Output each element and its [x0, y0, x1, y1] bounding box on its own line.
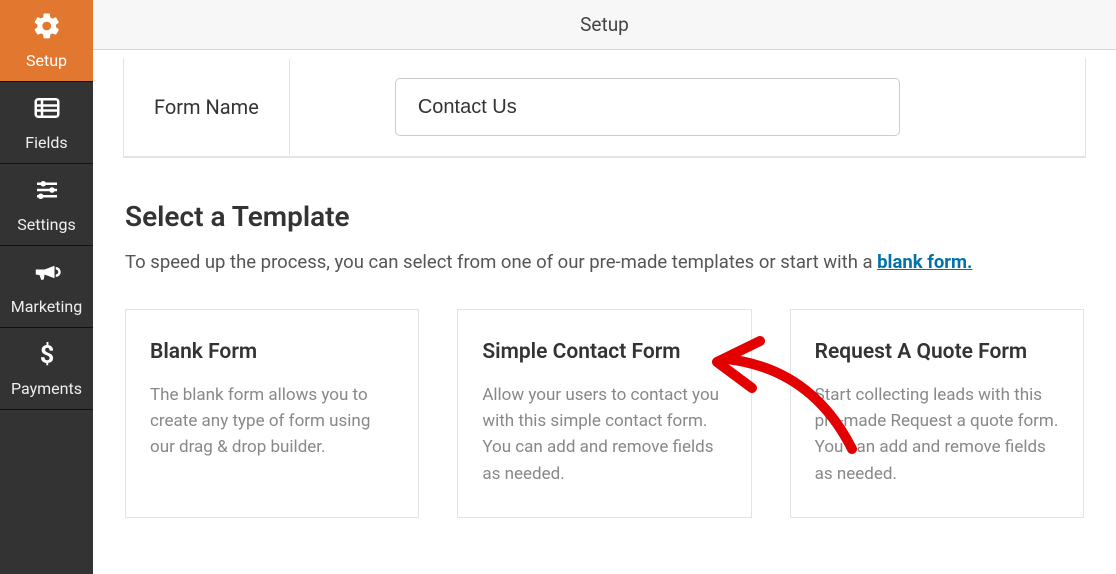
sliders-icon — [32, 175, 62, 209]
sidebar-item-payments[interactable]: $ Payments — [0, 328, 93, 410]
template-card-request-quote[interactable]: Request A Quote Form Start collecting le… — [790, 309, 1084, 518]
sidebar-item-label: Payments — [11, 379, 82, 398]
svg-text:$: $ — [39, 341, 53, 369]
blank-form-link[interactable]: blank form. — [877, 251, 972, 273]
sidebar-item-label: Marketing — [11, 297, 82, 316]
template-card-title: Simple Contact Form — [482, 340, 726, 364]
sidebar-item-settings[interactable]: Settings — [0, 164, 93, 246]
form-name-row: Form Name — [124, 58, 1085, 157]
template-card-desc: The blank form allows you to create any … — [150, 382, 394, 461]
top-bar: Setup — [93, 0, 1116, 50]
list-icon — [32, 93, 62, 127]
template-card-simple-contact[interactable]: Simple Contact Form Allow your users to … — [457, 309, 751, 518]
sidebar-item-label: Setup — [26, 51, 67, 70]
setup-panel: Form Name — [123, 58, 1086, 158]
template-intro-text: To speed up the process, you can select … — [125, 251, 877, 273]
template-heading: Select a Template — [125, 200, 1084, 233]
page-title: Setup — [580, 13, 629, 36]
form-name-label: Form Name — [124, 59, 290, 155]
template-card-desc: Start collecting leads with this pre-mad… — [815, 382, 1059, 487]
gear-icon — [32, 11, 62, 45]
template-card-blank[interactable]: Blank Form The blank form allows you to … — [125, 309, 419, 518]
sidebar-item-label: Settings — [17, 215, 75, 234]
sidebar-item-label: Fields — [25, 133, 67, 152]
template-section: Select a Template To speed up the proces… — [125, 158, 1084, 536]
template-card-title: Request A Quote Form — [815, 340, 1059, 364]
bullhorn-icon — [32, 257, 62, 291]
template-intro: To speed up the process, you can select … — [125, 249, 1084, 277]
dollar-icon: $ — [32, 339, 62, 373]
sidebar: Setup Fields Settings Marketing $ Paymen… — [0, 0, 93, 574]
sidebar-item-setup[interactable]: Setup — [0, 0, 93, 82]
template-card-desc: Allow your users to contact you with thi… — [482, 382, 726, 487]
sidebar-item-marketing[interactable]: Marketing — [0, 246, 93, 328]
sidebar-item-fields[interactable]: Fields — [0, 82, 93, 164]
template-card-title: Blank Form — [150, 340, 394, 364]
form-name-input[interactable] — [395, 78, 900, 136]
